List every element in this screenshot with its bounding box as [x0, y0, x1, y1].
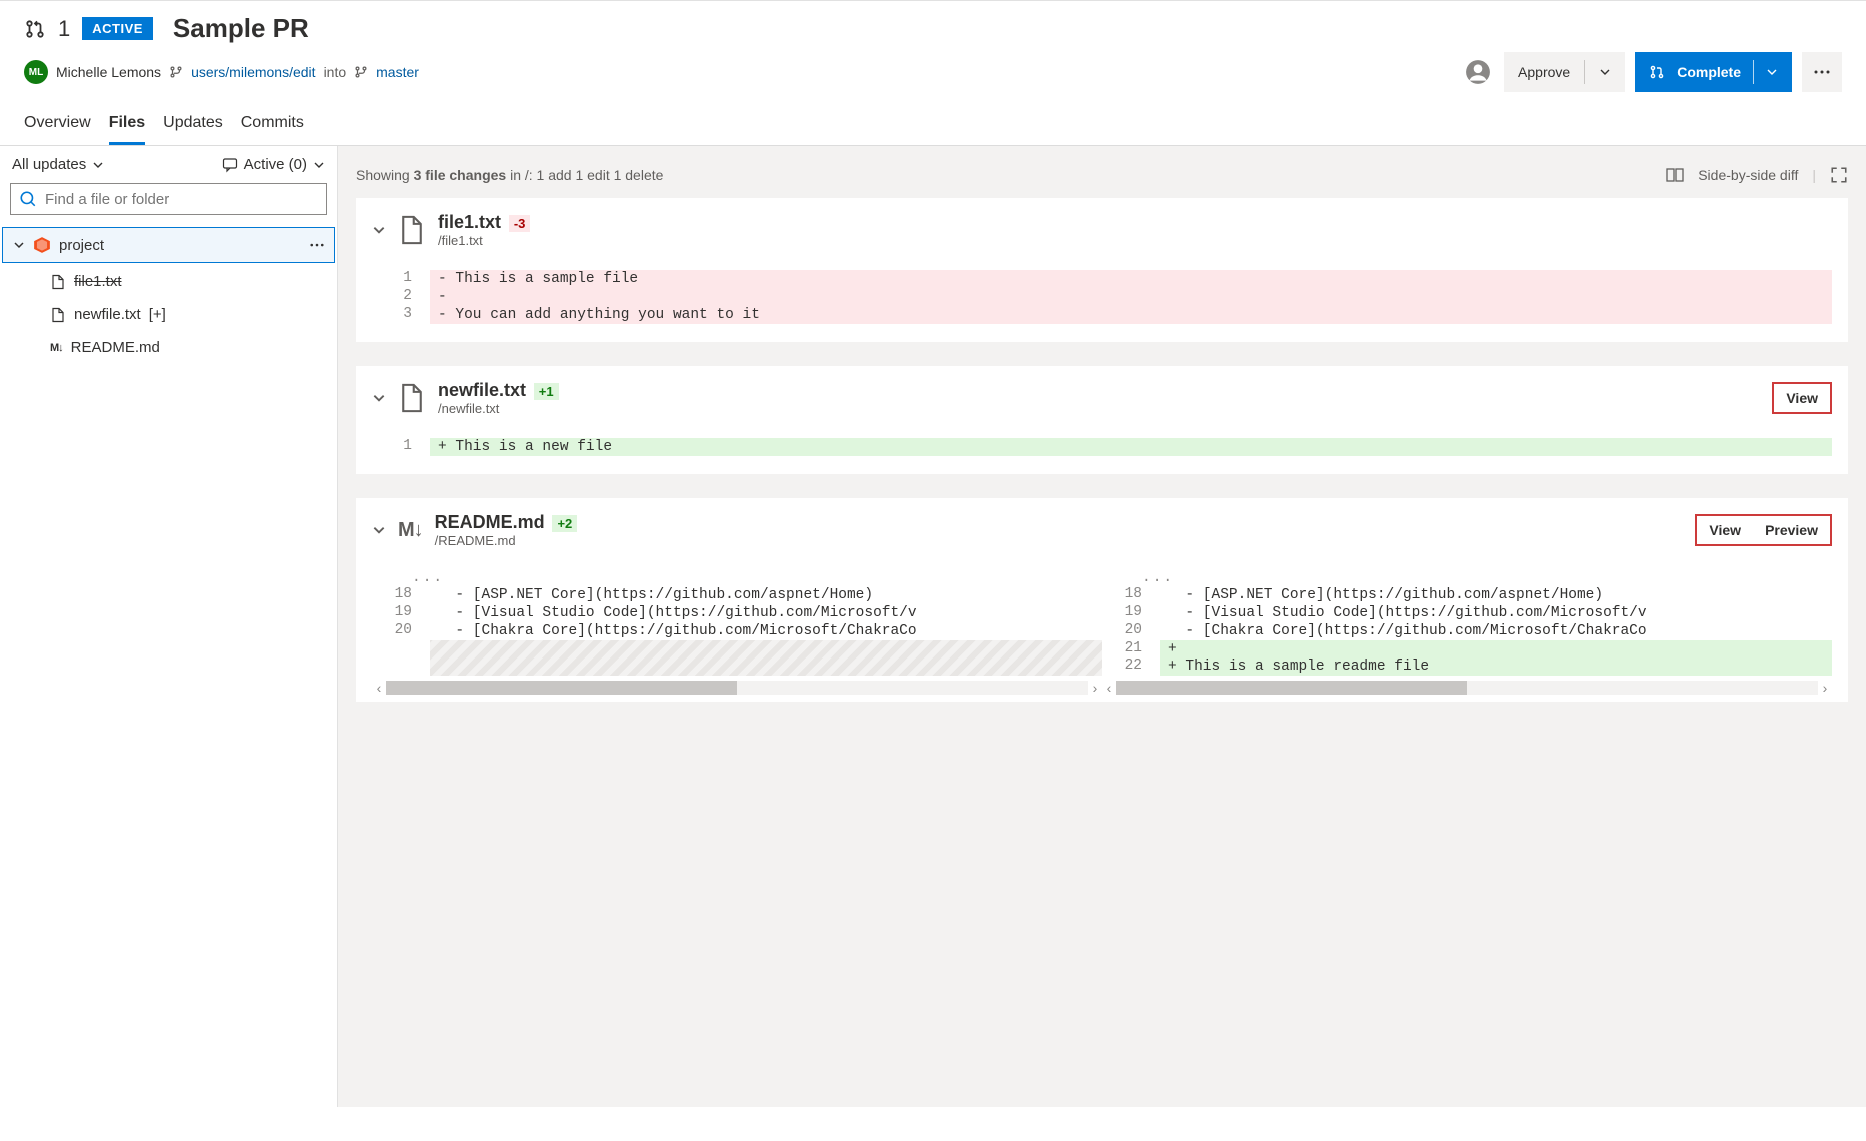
- file-actions: View: [1772, 382, 1832, 414]
- tab-files[interactable]: Files: [109, 104, 145, 145]
- branch-icon: [169, 65, 183, 79]
- file-summary: Showing 3 file changes in /: 1 add 1 edi…: [356, 167, 663, 183]
- file-card: M↓ README.md +2 /README.md View Preview …: [356, 498, 1848, 702]
- file-icon: [398, 382, 426, 414]
- pull-request-icon: [24, 18, 46, 40]
- file-icon: [50, 307, 66, 323]
- preview-button[interactable]: Preview: [1753, 516, 1830, 544]
- complete-button[interactable]: Complete: [1635, 52, 1792, 92]
- markdown-icon: M↓: [50, 342, 63, 354]
- layout-icon[interactable]: [1666, 168, 1684, 182]
- approve-button[interactable]: Approve: [1504, 52, 1625, 92]
- chevron-down-icon[interactable]: [1766, 66, 1778, 78]
- file-card: newfile.txt +1 /newfile.txt View 1+ This…: [356, 366, 1848, 474]
- file-actions: View Preview: [1695, 514, 1832, 546]
- file-card: file1.txt -3 /file1.txt 1- This is a sam…: [356, 198, 1848, 342]
- scroll-left-icon[interactable]: ‹: [1102, 680, 1116, 696]
- avatar[interactable]: ML: [24, 60, 48, 84]
- chevron-down-icon[interactable]: [372, 391, 386, 405]
- tab-commits[interactable]: Commits: [241, 104, 304, 145]
- chevron-down-icon: [313, 159, 325, 171]
- scrollbar[interactable]: [1116, 681, 1818, 695]
- status-badge: ACTIVE: [82, 17, 153, 40]
- diff-content: Showing 3 file changes in /: 1 add 1 edi…: [338, 146, 1866, 1107]
- pr-number: 1: [58, 16, 70, 42]
- file-tree-sidebar: All updates Active (0) project: [0, 146, 338, 1107]
- chevron-down-icon: [13, 239, 25, 251]
- chevron-down-icon: [92, 159, 104, 171]
- tree-root[interactable]: project: [2, 227, 335, 263]
- tab-updates[interactable]: Updates: [163, 104, 223, 145]
- target-branch[interactable]: master: [376, 64, 419, 80]
- comment-icon: [222, 157, 238, 173]
- author-name: Michelle Lemons: [56, 64, 161, 80]
- person-icon[interactable]: [1462, 56, 1494, 88]
- chevron-down-icon[interactable]: [372, 223, 386, 237]
- scroll-right-icon[interactable]: ›: [1088, 680, 1102, 696]
- pr-header: 1 ACTIVE Sample PR: [0, 1, 1866, 52]
- source-branch[interactable]: users/milemons/edit: [191, 64, 316, 80]
- fullscreen-icon[interactable]: [1830, 166, 1848, 184]
- comments-filter[interactable]: Active (0): [222, 156, 325, 173]
- merge-icon: [1649, 64, 1665, 80]
- chevron-down-icon[interactable]: [372, 523, 386, 537]
- file-icon: [50, 274, 66, 290]
- branch-icon: [354, 65, 368, 79]
- markdown-icon: M↓: [398, 519, 423, 542]
- updates-filter[interactable]: All updates: [12, 156, 104, 173]
- pr-title: Sample PR: [173, 13, 309, 44]
- scrollbar[interactable]: [386, 681, 1088, 695]
- pr-subheader: ML Michelle Lemons users/milemons/edit i…: [0, 52, 1866, 104]
- chevron-down-icon[interactable]: [1599, 66, 1611, 78]
- view-button[interactable]: View: [1697, 516, 1753, 544]
- scroll-right-icon[interactable]: ›: [1818, 680, 1832, 696]
- view-button[interactable]: View: [1774, 384, 1830, 412]
- tab-overview[interactable]: Overview: [24, 104, 91, 145]
- diff-mode-label[interactable]: Side-by-side diff: [1698, 167, 1798, 183]
- search-icon: [19, 190, 37, 208]
- file-icon: [398, 214, 426, 246]
- repo-icon: [33, 236, 51, 254]
- into-label: into: [324, 64, 347, 80]
- scroll-left-icon[interactable]: ‹: [372, 680, 386, 696]
- more-button[interactable]: [1802, 52, 1842, 92]
- search-input[interactable]: [10, 183, 327, 215]
- tab-bar: Overview Files Updates Commits: [0, 104, 1866, 146]
- more-icon[interactable]: [310, 243, 324, 247]
- tree-file[interactable]: newfile.txt [+]: [0, 298, 337, 331]
- tree-file[interactable]: M↓ README.md: [0, 331, 337, 364]
- tree-file[interactable]: file1.txt: [0, 265, 337, 298]
